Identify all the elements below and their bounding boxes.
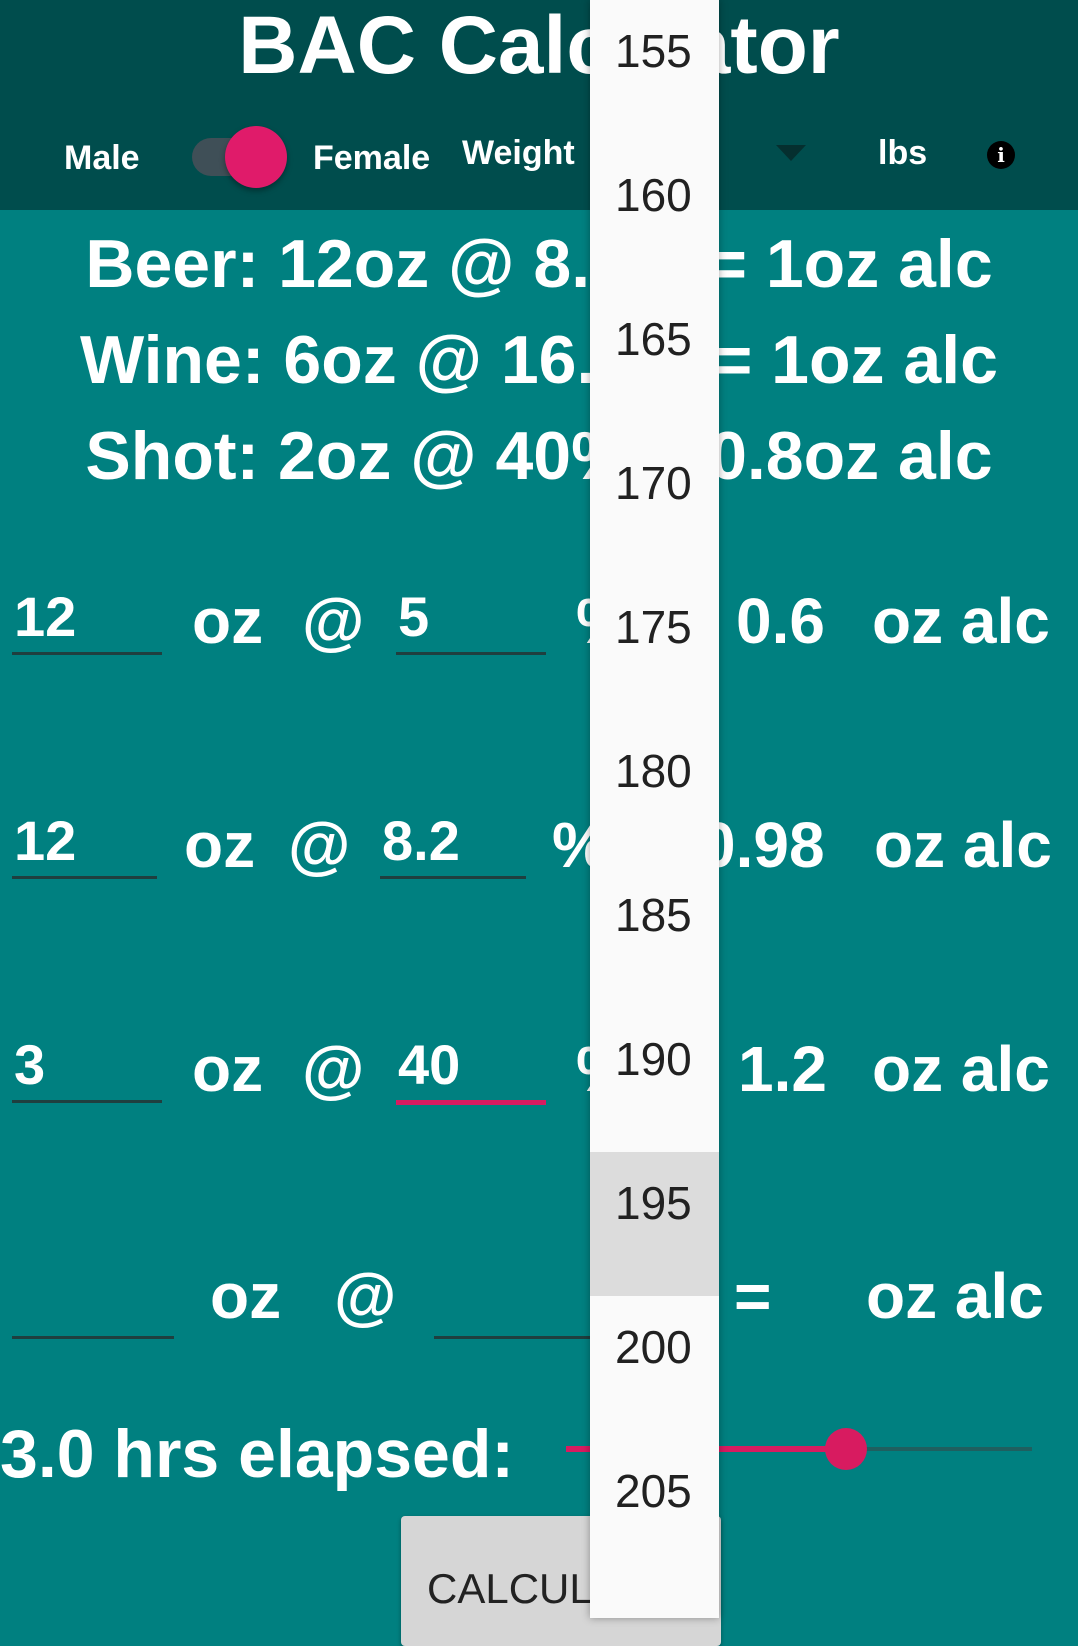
- app-header: BAC Calculator Male Female Weight lbs i: [0, 0, 1078, 210]
- weight-option-180[interactable]: 180: [590, 720, 719, 864]
- weight-option-label: 175: [615, 601, 692, 653]
- wine-reference: Wine: 6oz @ 16.7% = 1oz alc: [80, 322, 998, 398]
- alc-unit-label: oz alc: [872, 1033, 1050, 1105]
- oz-label: oz: [184, 809, 256, 881]
- oz-label: oz: [192, 1033, 264, 1105]
- weight-option-label: 195: [615, 1177, 692, 1229]
- weight-option-label: 165: [615, 313, 692, 365]
- oz-input[interactable]: 12: [12, 806, 157, 879]
- oz-input[interactable]: [12, 1266, 174, 1339]
- info-icon[interactable]: i: [987, 141, 1015, 169]
- alc-result: 0.6: [736, 585, 825, 657]
- female-label: Female: [313, 139, 431, 177]
- weight-option-label: 170: [615, 457, 692, 509]
- weight-option-155[interactable]: 155: [590, 0, 719, 144]
- oz-label: oz: [192, 585, 264, 657]
- weight-option-200[interactable]: 200: [590, 1296, 719, 1440]
- oz-input[interactable]: 12: [12, 582, 162, 655]
- at-label: @: [288, 809, 351, 881]
- alc-unit-label: oz alc: [874, 809, 1052, 881]
- weight-label: Weight: [462, 134, 575, 172]
- at-label: @: [334, 1260, 397, 1332]
- weight-picker-dropdown[interactable]: 155 160 165 170 175 180 185 190 195 200 205 210: [590, 0, 719, 1618]
- weight-option-label: 180: [615, 745, 692, 797]
- percent-input[interactable]: [434, 1266, 594, 1339]
- app-title: BAC Calculator: [238, 0, 840, 91]
- weight-option-210[interactable]: 210: [590, 1584, 719, 1618]
- percent-input[interactable]: 40: [396, 1030, 546, 1105]
- weight-option-label: 160: [615, 169, 692, 221]
- weight-option-label: 185: [615, 889, 692, 941]
- weight-option-label: 200: [615, 1321, 692, 1373]
- elapsed-hours-label: 3.0 hrs elapsed:: [0, 1416, 515, 1492]
- weight-option-195[interactable]: 195: [590, 1152, 719, 1296]
- alc-result: 1.2: [738, 1033, 827, 1105]
- at-label: @: [302, 1033, 365, 1105]
- weight-option-160[interactable]: 160: [590, 144, 719, 288]
- slider-thumb[interactable]: [825, 1428, 867, 1470]
- male-label: Male: [64, 139, 140, 177]
- weight-option-190[interactable]: 190: [590, 1008, 719, 1152]
- unit-label: lbs: [878, 134, 928, 172]
- weight-option-label: 155: [615, 25, 692, 77]
- weight-option-170[interactable]: 170: [590, 432, 719, 576]
- percent-input[interactable]: 8.2: [380, 806, 526, 879]
- dropdown-arrow-icon[interactable]: [776, 145, 806, 161]
- alc-unit-label: oz alc: [866, 1260, 1044, 1332]
- beer-reference: Beer: 12oz @ 8.2% = 1oz alc: [85, 226, 993, 302]
- weight-option-185[interactable]: 185: [590, 864, 719, 1008]
- shot-reference: Shot: 2oz @ 40% = 0.8oz alc: [85, 418, 993, 494]
- at-label: @: [302, 585, 365, 657]
- switch-thumb[interactable]: [225, 126, 287, 188]
- percent-input[interactable]: 5: [396, 582, 546, 655]
- alc-unit-label: oz alc: [872, 585, 1050, 657]
- weight-option-label: 205: [615, 1465, 692, 1517]
- oz-label: oz: [210, 1260, 282, 1332]
- weight-option-label: 190: [615, 1033, 692, 1085]
- weight-option-165[interactable]: 165: [590, 288, 719, 432]
- weight-option-label: 210: [615, 1584, 692, 1618]
- oz-input[interactable]: 3: [12, 1030, 162, 1103]
- equals-label: =: [734, 1260, 772, 1332]
- weight-option-175[interactable]: 175: [590, 576, 719, 720]
- weight-option-205[interactable]: 205: [590, 1440, 719, 1584]
